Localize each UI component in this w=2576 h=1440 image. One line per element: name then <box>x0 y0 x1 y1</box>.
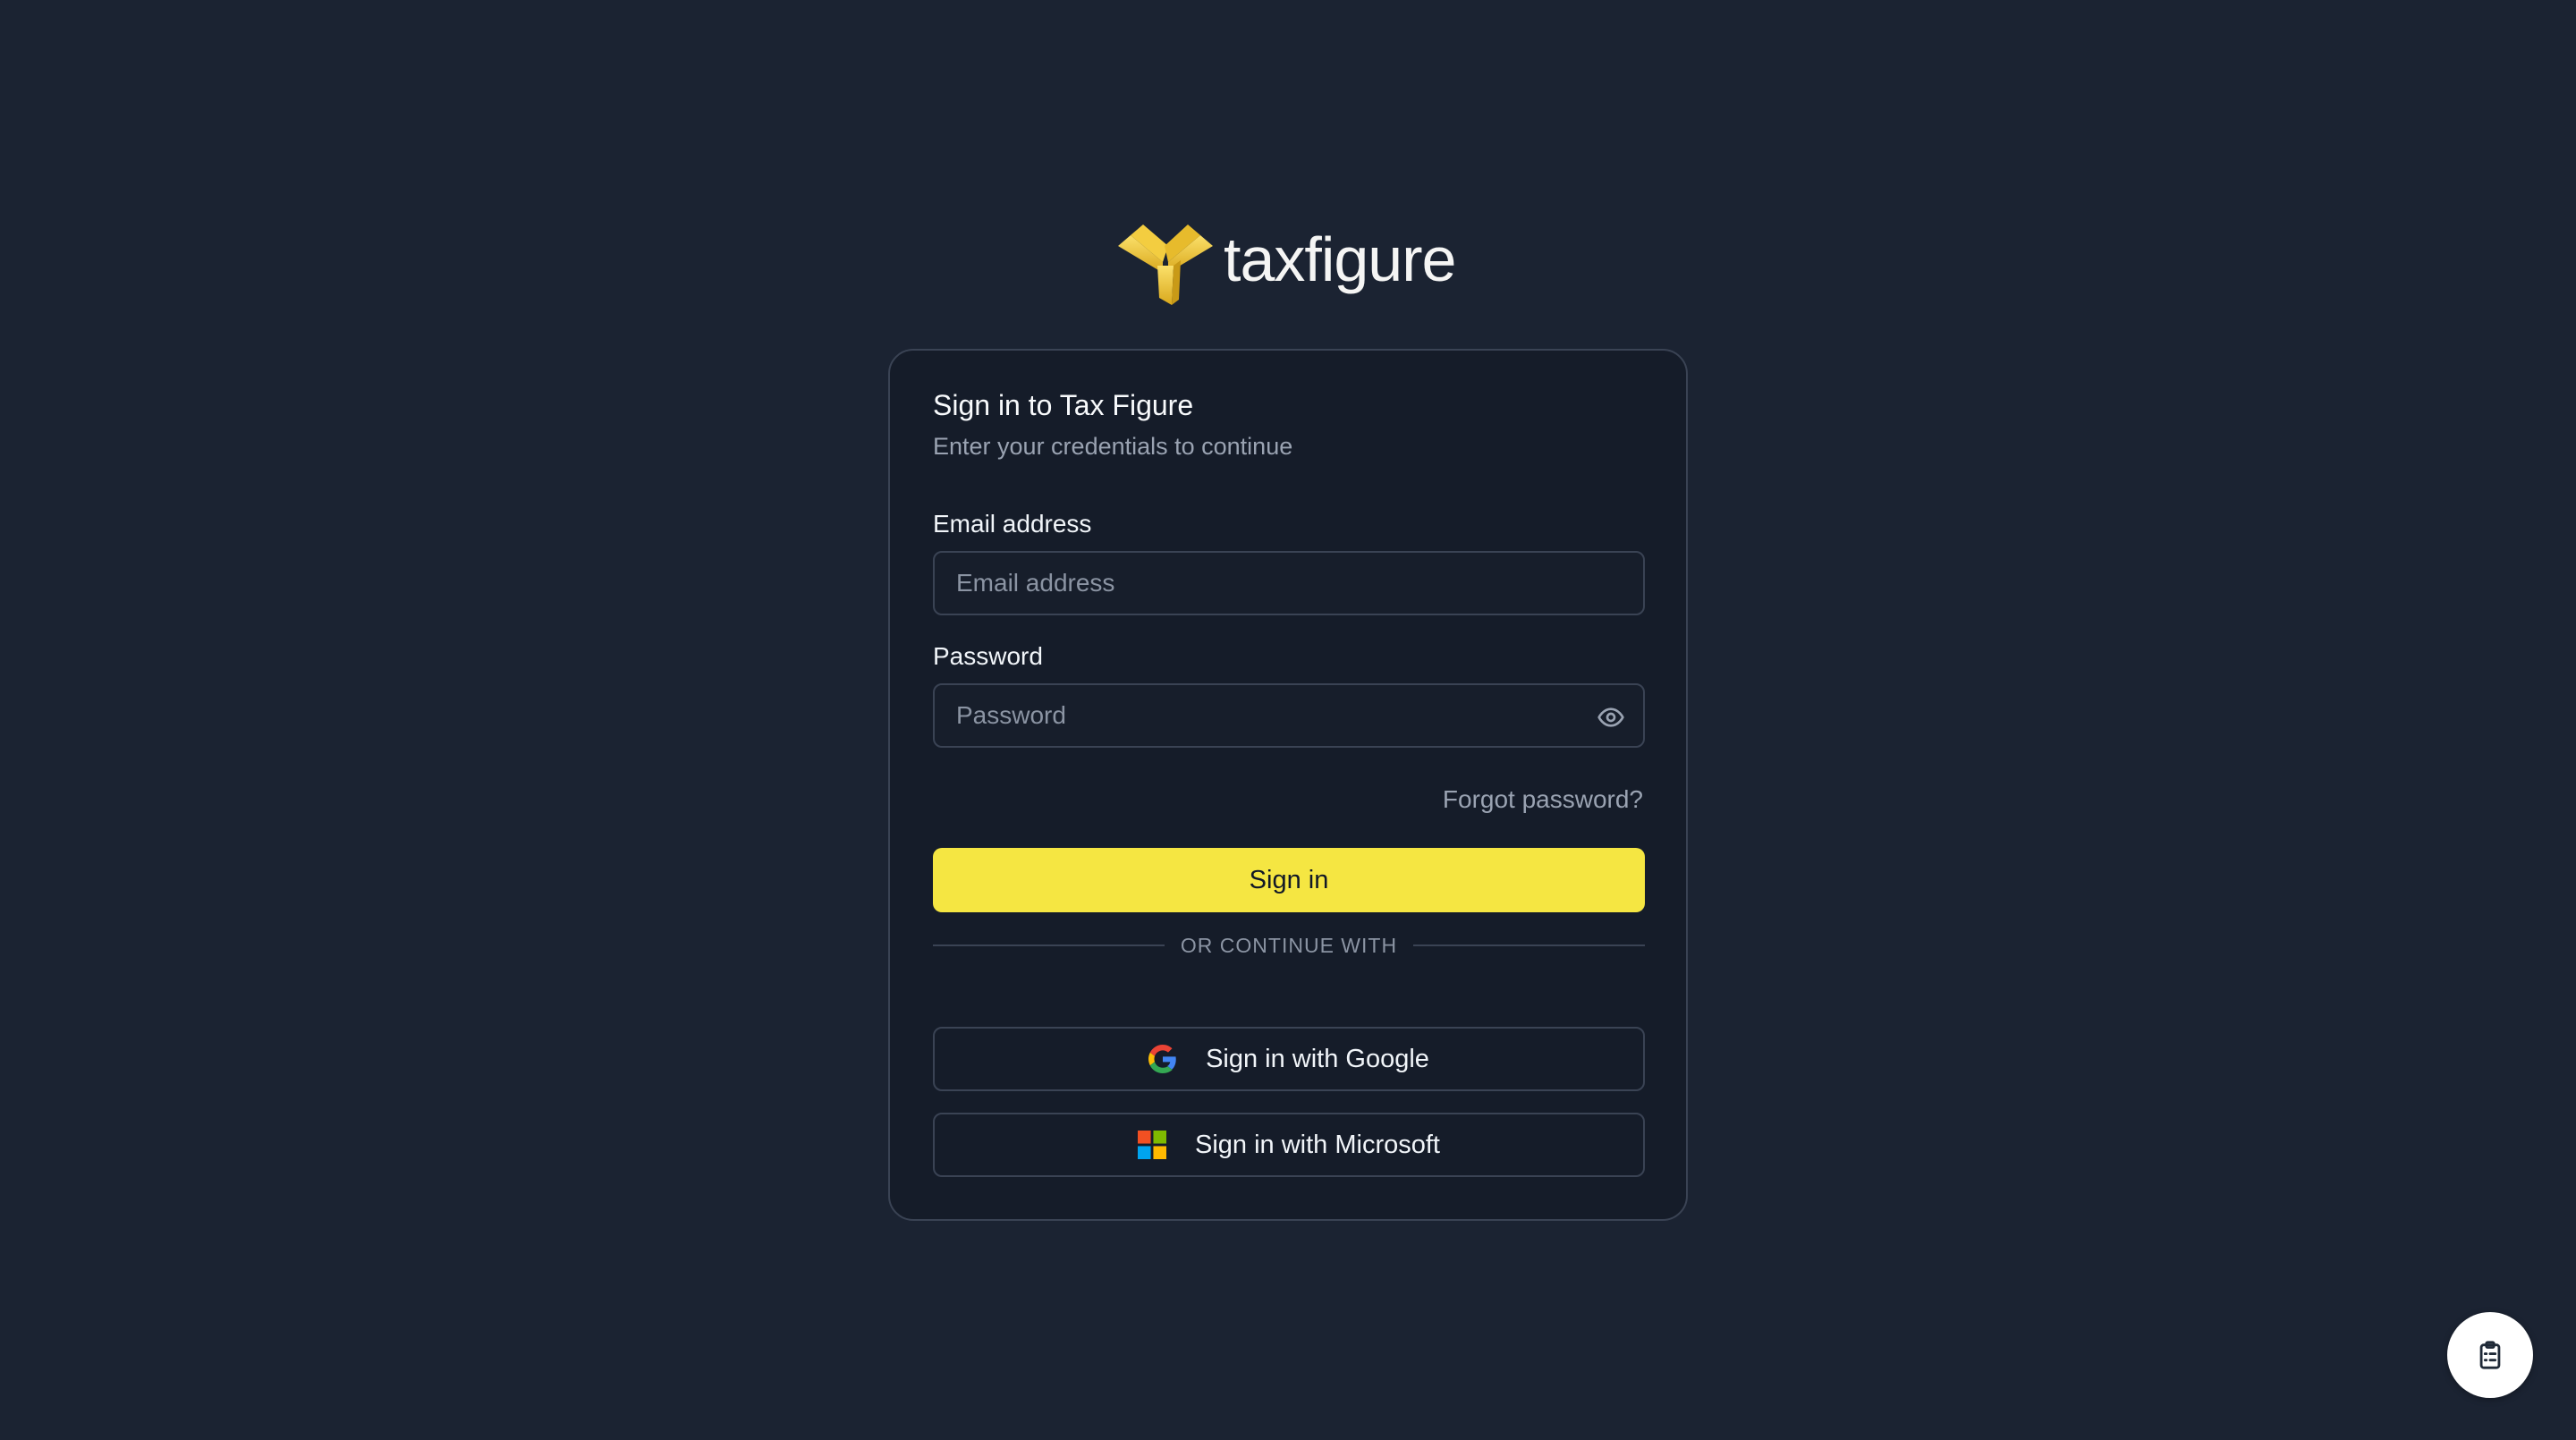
email-field-wrapper <box>933 551 1645 615</box>
card-title: Sign in to Tax Figure <box>933 389 1194 421</box>
password-visibility-toggle[interactable] <box>1595 701 1627 733</box>
or-divider: OR CONTINUE WITH <box>933 932 1645 959</box>
sign-in-card: Sign in to Tax Figure Enter your credent… <box>888 349 1688 1221</box>
brand-name: taxfigure <box>1224 224 1456 294</box>
forgot-password-link[interactable]: Forgot password? <box>1443 785 1643 814</box>
microsoft-icon <box>1138 1131 1166 1159</box>
sign-in-button[interactable]: Sign in <box>933 848 1645 912</box>
password-field-wrapper <box>933 683 1645 748</box>
divider-line-left <box>933 944 1165 946</box>
google-icon <box>1148 1045 1177 1073</box>
divider-text: OR CONTINUE WITH <box>1180 933 1398 957</box>
brand-logo: taxfigure <box>1118 219 1456 305</box>
eye-icon <box>1597 707 1624 727</box>
email-label: Email address <box>933 510 1092 538</box>
taxfigure-logo-icon <box>1118 224 1213 305</box>
microsoft-button-label: Sign in with Microsoft <box>1195 1130 1440 1159</box>
password-field[interactable] <box>935 685 1643 746</box>
email-field[interactable] <box>935 553 1643 614</box>
google-sign-in-button[interactable]: Sign in with Google <box>933 1027 1645 1091</box>
divider-line-right <box>1413 944 1645 946</box>
clipboard-icon <box>2479 1341 2501 1369</box>
microsoft-sign-in-button[interactable]: Sign in with Microsoft <box>933 1113 1645 1177</box>
floating-action-button[interactable] <box>2447 1312 2533 1398</box>
google-button-label: Sign in with Google <box>1206 1044 1429 1073</box>
password-label: Password <box>933 642 1043 670</box>
card-subtitle: Enter your credentials to continue <box>933 433 1293 460</box>
